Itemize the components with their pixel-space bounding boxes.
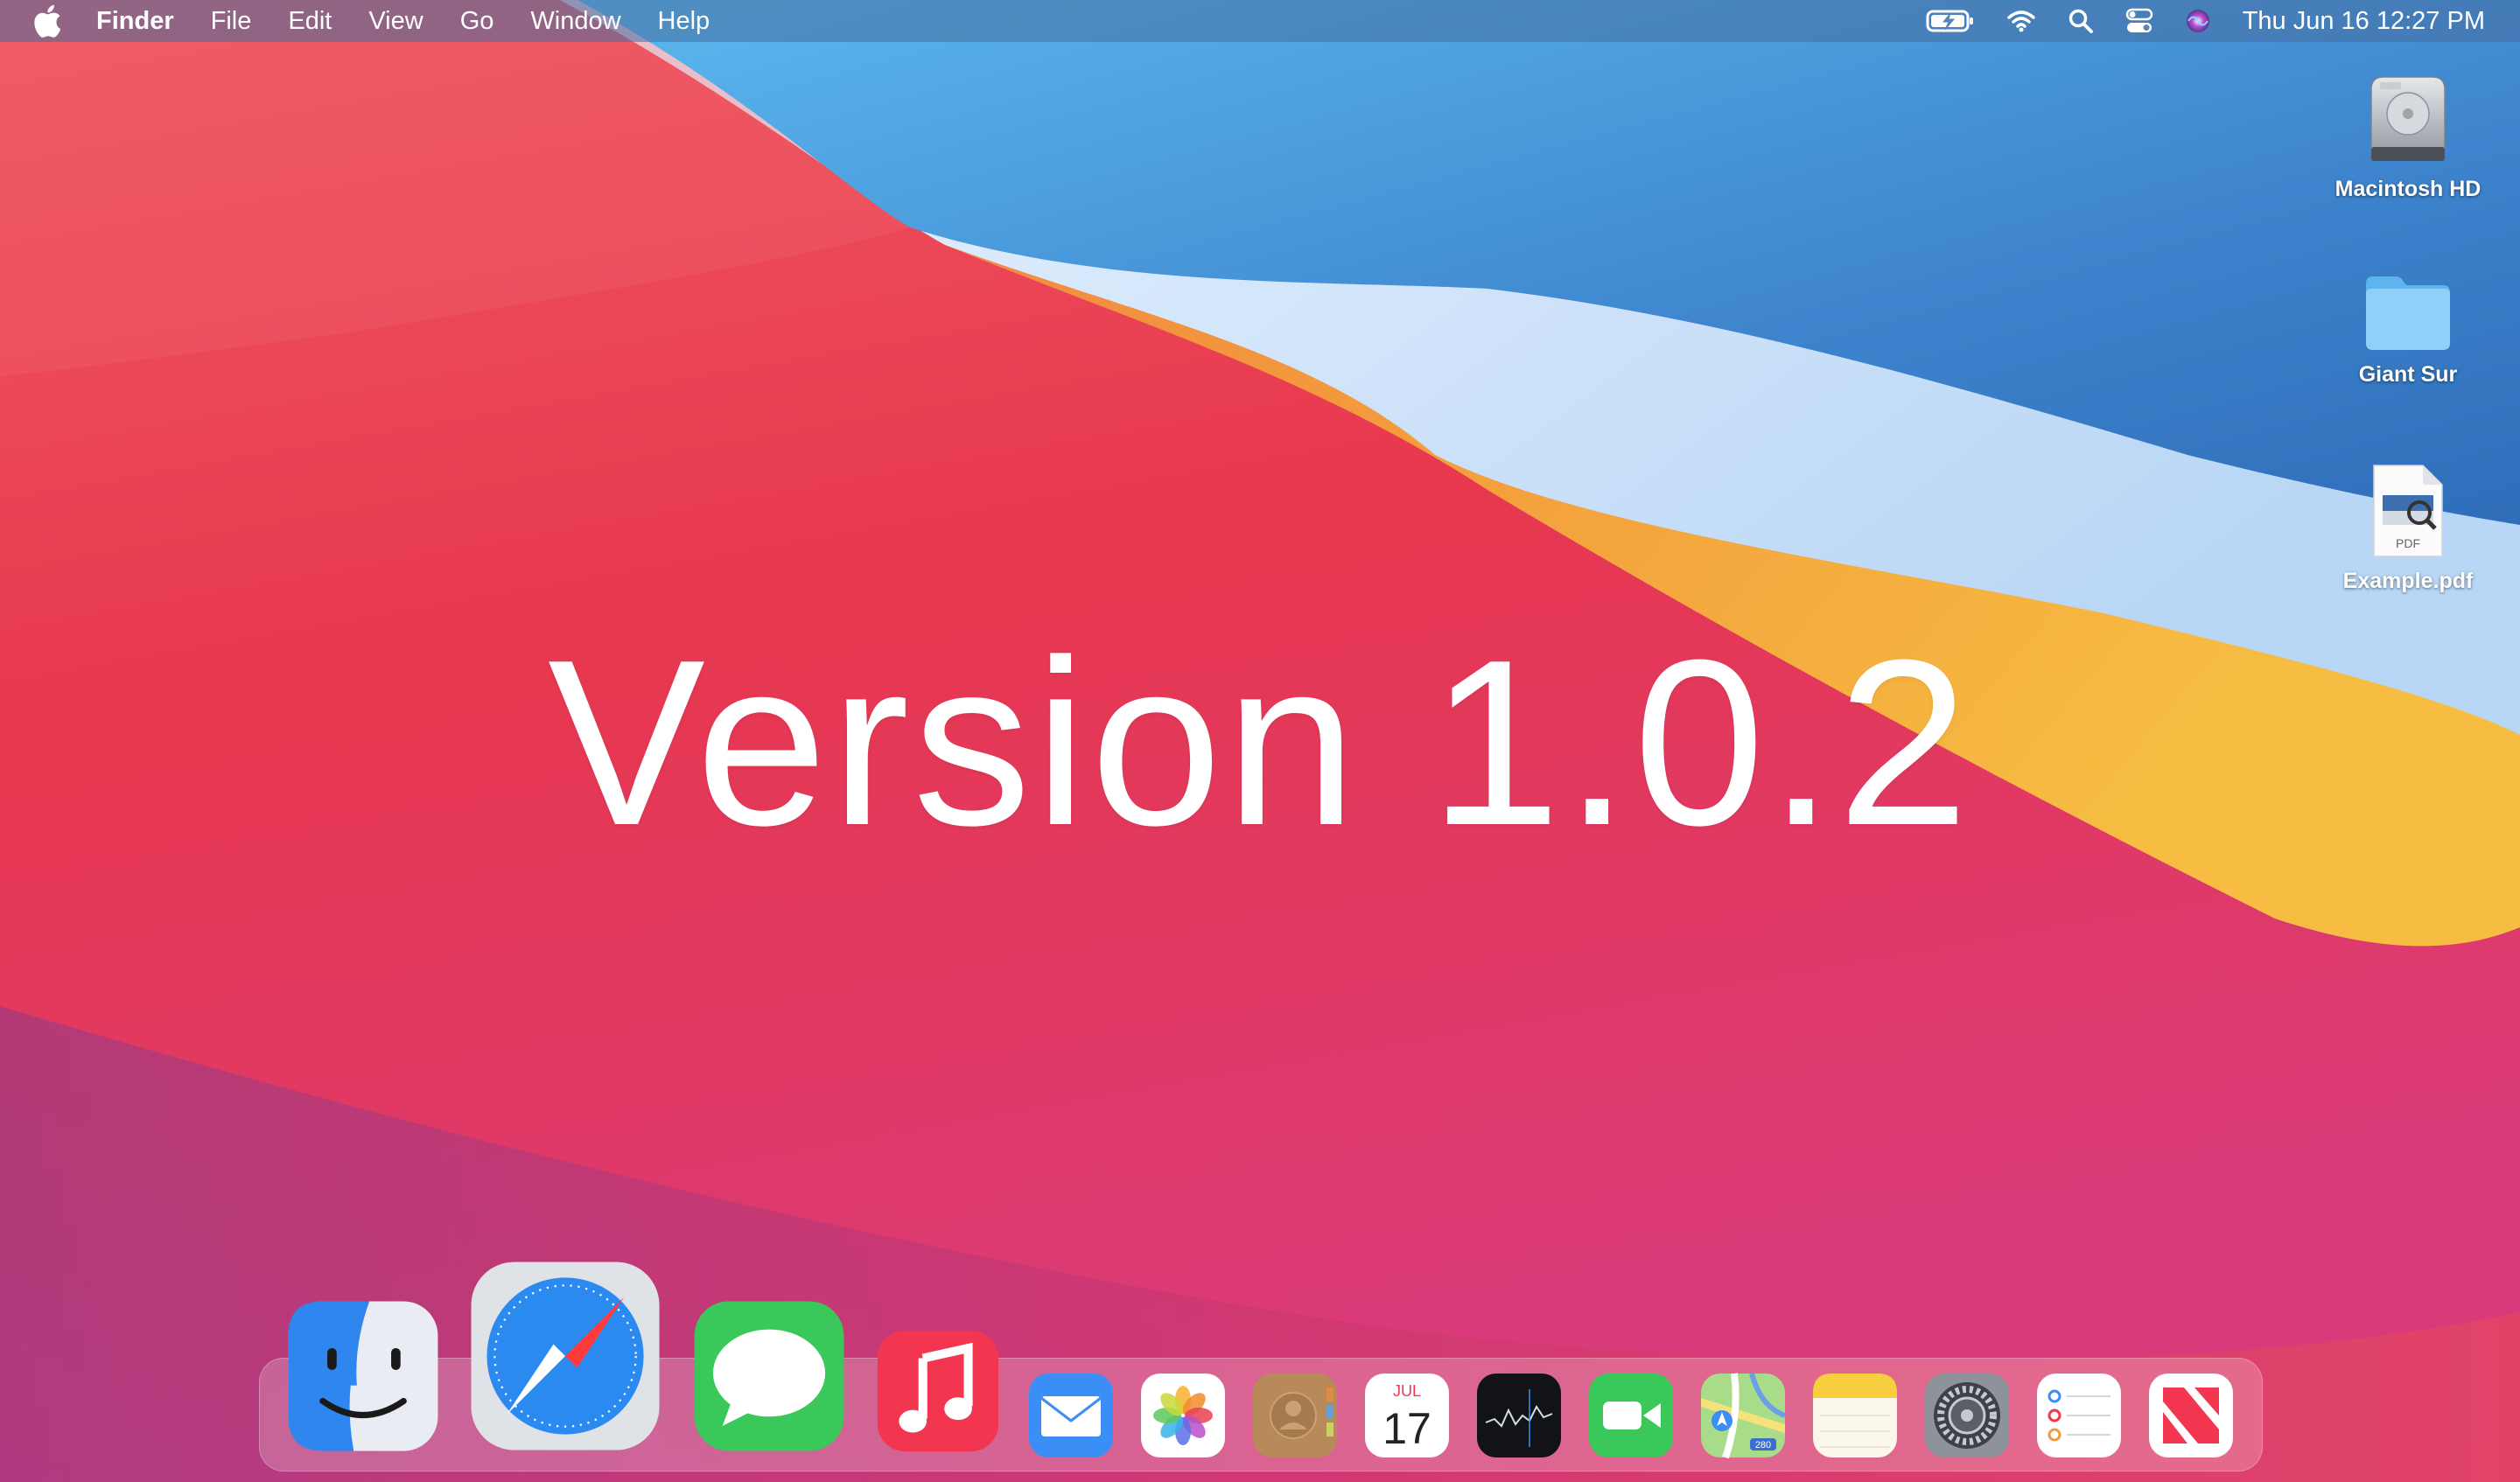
control-center-icon[interactable] [2125, 8, 2153, 34]
dock-app-music[interactable] [875, 1328, 1001, 1454]
gear-icon [1925, 1374, 2009, 1458]
dock-app-safari[interactable] [467, 1258, 663, 1454]
mail-icon [1029, 1374, 1113, 1458]
dock-app-finder[interactable] [285, 1298, 441, 1454]
dock-app-news[interactable] [2147, 1372, 2235, 1459]
siri-icon[interactable] [2185, 8, 2211, 34]
dock-app-mail[interactable] [1027, 1372, 1115, 1459]
apple-menu-icon[interactable] [33, 3, 65, 38]
reminders-icon [2037, 1374, 2121, 1458]
menu-help[interactable]: Help [658, 0, 710, 42]
pdf-badge: PDF [2396, 536, 2420, 550]
wifi-icon[interactable] [2006, 9, 2036, 33]
menu-app-finder[interactable]: Finder [96, 0, 174, 42]
dock-app-calendar[interactable]: JUL 17 [1363, 1372, 1451, 1459]
music-icon [877, 1330, 999, 1452]
dock-app-facetime[interactable] [1587, 1372, 1675, 1459]
search-icon[interactable] [2068, 8, 2094, 34]
dock-app-contacts[interactable] [1251, 1372, 1339, 1459]
menubar-clock[interactable]: Thu Jun 16 12:27 PM [2243, 0, 2485, 42]
contacts-icon [1253, 1374, 1337, 1458]
maps-icon: 280 [1701, 1373, 1787, 1459]
messages-icon [694, 1301, 844, 1451]
menu-go[interactable]: Go [460, 0, 494, 42]
dock-app-maps[interactable]: 280 [1699, 1372, 1787, 1459]
stocks-icon [1477, 1374, 1561, 1458]
dock-app-system-preferences[interactable] [1923, 1372, 2011, 1459]
calendar-day: 17 [1382, 1404, 1432, 1453]
maps-route-badge: 280 [1755, 1440, 1771, 1451]
menu-view[interactable]: View [368, 0, 423, 42]
desktop-icon-giant-sur[interactable]: Giant Sur [2312, 273, 2504, 388]
version-headline: Version 1.0.2 [547, 612, 1973, 875]
hard-drive-icon [2370, 76, 2446, 161]
menu-edit[interactable]: Edit [288, 0, 332, 42]
facetime-icon [1589, 1374, 1673, 1458]
dock-app-notes[interactable] [1811, 1372, 1899, 1459]
folder-icon [2366, 276, 2450, 350]
desktop-icon-example-pdf[interactable]: PDF Example.pdf [2312, 462, 2504, 594]
battery-charging-icon[interactable] [1926, 9, 1975, 33]
desktop-icon-label: Giant Sur [2358, 362, 2458, 387]
safari-icon [471, 1262, 660, 1451]
desktop-icon-macintosh-hd[interactable]: Macintosh HD [2312, 72, 2504, 202]
calendar-icon: JUL 17 [1365, 1374, 1449, 1458]
news-icon [2149, 1374, 2233, 1458]
dock-app-photos[interactable] [1139, 1372, 1227, 1459]
desktop-icon-label: Macintosh HD [2334, 177, 2482, 201]
pdf-file-icon: PDF [2373, 465, 2443, 557]
notes-icon [1813, 1374, 1897, 1458]
dock-app-messages[interactable] [691, 1298, 847, 1454]
calendar-month: JUL [1393, 1382, 1421, 1400]
menu-bar: Finder File Edit View Go Window Help Thu… [0, 0, 2520, 42]
finder-icon [288, 1301, 438, 1451]
photos-icon [1141, 1374, 1225, 1458]
dock-app-reminders[interactable] [2035, 1372, 2123, 1459]
menu-file[interactable]: File [211, 0, 252, 42]
desktop-icon-label: Example.pdf [2342, 569, 2474, 593]
menu-window[interactable]: Window [530, 0, 620, 42]
dock-app-stocks[interactable] [1475, 1372, 1563, 1459]
